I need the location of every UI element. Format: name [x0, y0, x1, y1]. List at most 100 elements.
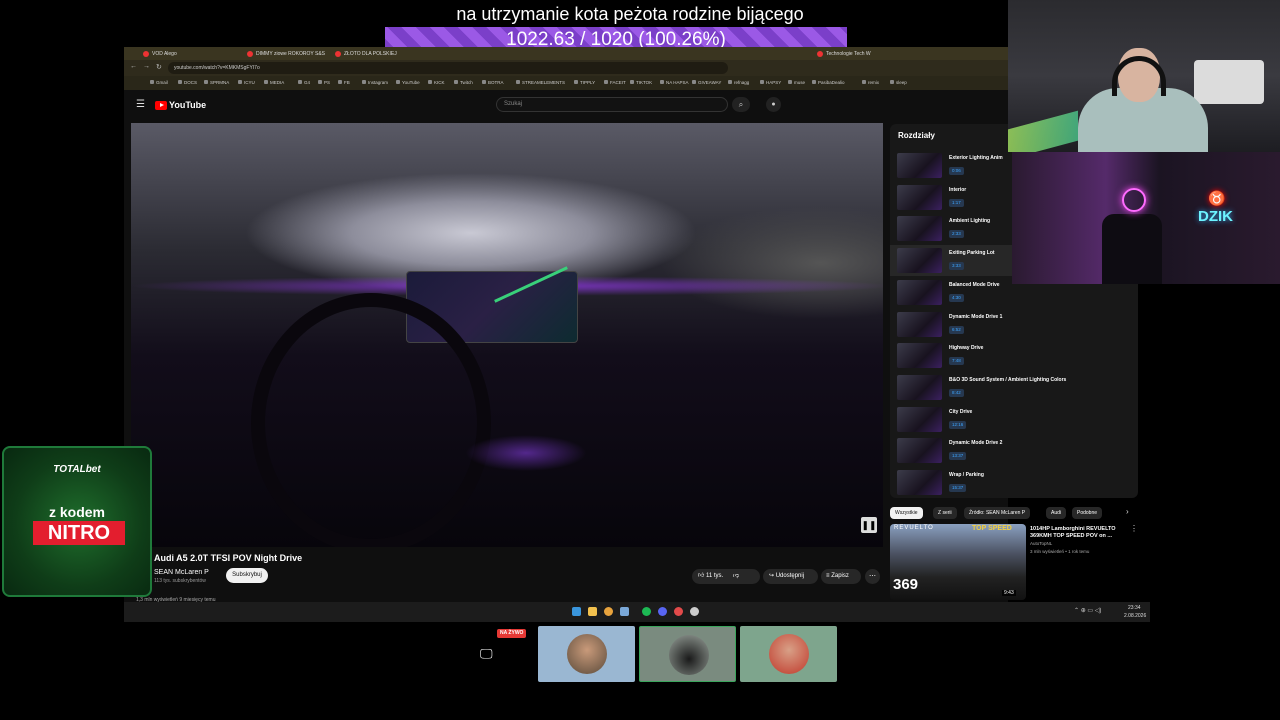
kebab-menu-icon[interactable]: ⋮	[1130, 524, 1138, 533]
chapter-timestamp[interactable]: 7:48	[949, 357, 964, 366]
bookmark[interactable]: MEDIA	[264, 80, 284, 85]
browser-tab[interactable]: VOD Alego	[140, 49, 177, 59]
spotify-icon[interactable]	[642, 607, 651, 616]
windows-start-icon[interactable]	[572, 607, 581, 616]
bookmark[interactable]: remix	[862, 80, 879, 85]
browser-tab[interactable]: Technologie Tech W	[814, 49, 871, 59]
bookmark[interactable]: Twitch	[454, 80, 473, 85]
chip-series[interactable]: Z serii	[933, 507, 957, 519]
bookmark[interactable]: Instagram	[362, 80, 388, 85]
browser-tab[interactable]: DIMMY ziowe ROKOROY S&S	[244, 49, 325, 59]
chapter-timestamp[interactable]: 3:33	[949, 262, 964, 271]
chapter-timestamp[interactable]: 0:06	[949, 167, 964, 175]
chapter-item[interactable]: B&O 3D Sound System / Ambient Lighting C…	[890, 372, 1138, 403]
thumbs-down-icon[interactable]: 👎︎	[733, 573, 739, 579]
chapter-title: Interior	[949, 186, 967, 193]
chapter-timestamp[interactable]: 4:30	[949, 293, 964, 302]
chapter-thumbnail	[897, 311, 942, 337]
bookmark[interactable]: SPRMNA	[204, 80, 229, 85]
file-explorer-icon[interactable]	[588, 607, 597, 616]
chapter-timestamp[interactable]: 2:33	[949, 230, 964, 239]
chip-source[interactable]: Źródło: SEAN McLaren P	[964, 507, 1031, 519]
bookmark[interactable]: STREAMELEMENTS	[516, 80, 565, 85]
chapter-timestamp[interactable]: 1:17	[949, 198, 964, 207]
obs-icon[interactable]	[674, 607, 683, 616]
chapter-thumbnail	[897, 406, 942, 432]
bookmark[interactable]: ICYU	[238, 80, 255, 85]
chip-all[interactable]: Wszystkie	[890, 507, 923, 519]
browser-tab[interactable]: ZŁOTO DLA POLSKIEJ	[332, 49, 397, 59]
search-icon[interactable]: ⌕	[732, 97, 750, 112]
bookmark[interactable]: Gmail	[150, 80, 168, 85]
neon-sign: DZIK	[1198, 208, 1233, 225]
like-button[interactable]: 👍︎ 11 tys. 👎︎	[692, 569, 760, 584]
clock-time[interactable]: 23:34	[1128, 605, 1141, 611]
youtube-logo-icon[interactable]	[155, 101, 167, 110]
more-options-icon[interactable]: ⋯	[865, 569, 880, 584]
browser-window: VOD Alego DIMMY ziowe ROKOROY S&S ZŁOTO …	[124, 47, 1008, 621]
chip-similar[interactable]: Podobne	[1072, 507, 1103, 519]
microphone-icon[interactable]: ●	[766, 97, 781, 112]
bookmark[interactable]: FB	[338, 80, 350, 85]
recommendation-channel[interactable]: AutoTopNL	[1030, 541, 1052, 546]
bookmark[interactable]: refnagg	[728, 80, 749, 85]
url-input[interactable]: youtube.com/watch?v=KMKMSgFYI7o	[168, 62, 728, 74]
bookmark[interactable]: sleep	[890, 80, 907, 85]
share-icon: ↪	[769, 573, 775, 579]
search-input[interactable]: Szukaj	[496, 97, 728, 112]
chapter-item[interactable]: City Drive 12:16	[890, 404, 1138, 435]
bookmark[interactable]: muse	[788, 80, 805, 85]
discord-icon[interactable]	[658, 607, 667, 616]
chapter-thumbnail	[897, 279, 942, 305]
pause-icon[interactable]: ❚❚	[861, 517, 877, 533]
bookmark[interactable]: TIKTOK	[630, 80, 652, 85]
recommendation-thumbnail[interactable]: REVUELTO TOP SPEED 369 9:43	[890, 524, 1026, 600]
app-icon[interactable]	[620, 607, 629, 616]
chip-audi[interactable]: Audi	[1046, 507, 1067, 519]
save-icon: ≡	[826, 573, 830, 579]
reload-icon[interactable]: ↻	[156, 63, 162, 71]
share-label: Udostępnij	[775, 573, 805, 579]
bookmark[interactable]: TIPPLY	[574, 80, 595, 85]
channel-name[interactable]: SEAN McLaren P	[154, 569, 209, 576]
video-player[interactable]: ❚❚	[131, 123, 883, 547]
save-button[interactable]: ≡ Zapisz	[821, 569, 861, 584]
chevron-right-icon[interactable]: ›	[1126, 507, 1129, 516]
chapter-item[interactable]: Wrap / Parking 15:37	[890, 467, 1138, 498]
bookmark[interactable]: HAPSY	[760, 80, 781, 85]
bookmark[interactable]: KICK	[428, 80, 445, 85]
bookmark[interactable]: G4	[298, 80, 310, 85]
bookmark[interactable]: NA HAPSA	[660, 80, 689, 85]
bookmark[interactable]: DOCS	[178, 80, 197, 85]
chapter-timestamp[interactable]: 15:37	[949, 484, 967, 492]
clock-date[interactable]: 2.08.2026	[1124, 613, 1146, 619]
chapter-timestamp[interactable]: 13:37	[949, 452, 967, 461]
app-icon[interactable]	[690, 607, 699, 616]
bookmark[interactable]: BOTRA	[482, 80, 504, 85]
participant-avatar	[669, 635, 709, 675]
participant-tile[interactable]	[639, 626, 736, 682]
chapter-item[interactable]: Dynamic Mode Drive 2 13:37	[890, 435, 1138, 466]
recommendation-title[interactable]: 1014HP Lamborghini REVUELTO 369KMH TOP S…	[1030, 526, 1130, 540]
menu-icon[interactable]: ☰	[136, 99, 145, 110]
screen-share-tile[interactable]: NA ŻYWO 🖵︎	[438, 626, 535, 682]
share-button[interactable]: ↪ Udostępnij	[763, 569, 818, 584]
chrome-icon[interactable]	[604, 607, 613, 616]
back-icon[interactable]: ←	[130, 63, 137, 70]
participant-tile[interactable]	[538, 626, 635, 682]
chapter-item[interactable]: Dynamic Mode Drive 1 6:52	[890, 309, 1138, 340]
bookmark[interactable]: GIVEAWAY	[692, 80, 721, 85]
bookmark[interactable]: PS	[318, 80, 330, 85]
bookmark[interactable]: FACEIT	[604, 80, 626, 85]
chapter-timestamp[interactable]: 12:16	[949, 420, 967, 429]
forward-icon[interactable]: →	[143, 63, 150, 70]
system-tray[interactable]: ⌃ ⊕ ▭ ◁)	[1074, 607, 1101, 614]
chapter-timestamp[interactable]: 8:42	[949, 388, 964, 397]
chapter-timestamp[interactable]: 6:52	[949, 325, 964, 334]
chapter-item[interactable]: Highway Drive 7:48	[890, 340, 1138, 371]
bookmark[interactable]: PasibaDealio	[812, 80, 845, 85]
participant-tile[interactable]	[740, 626, 837, 682]
subscribe-button[interactable]: Subskrybuj	[226, 568, 268, 583]
youtube-logo[interactable]: YouTube	[169, 100, 206, 110]
bookmark[interactable]: YouTube	[396, 80, 420, 85]
